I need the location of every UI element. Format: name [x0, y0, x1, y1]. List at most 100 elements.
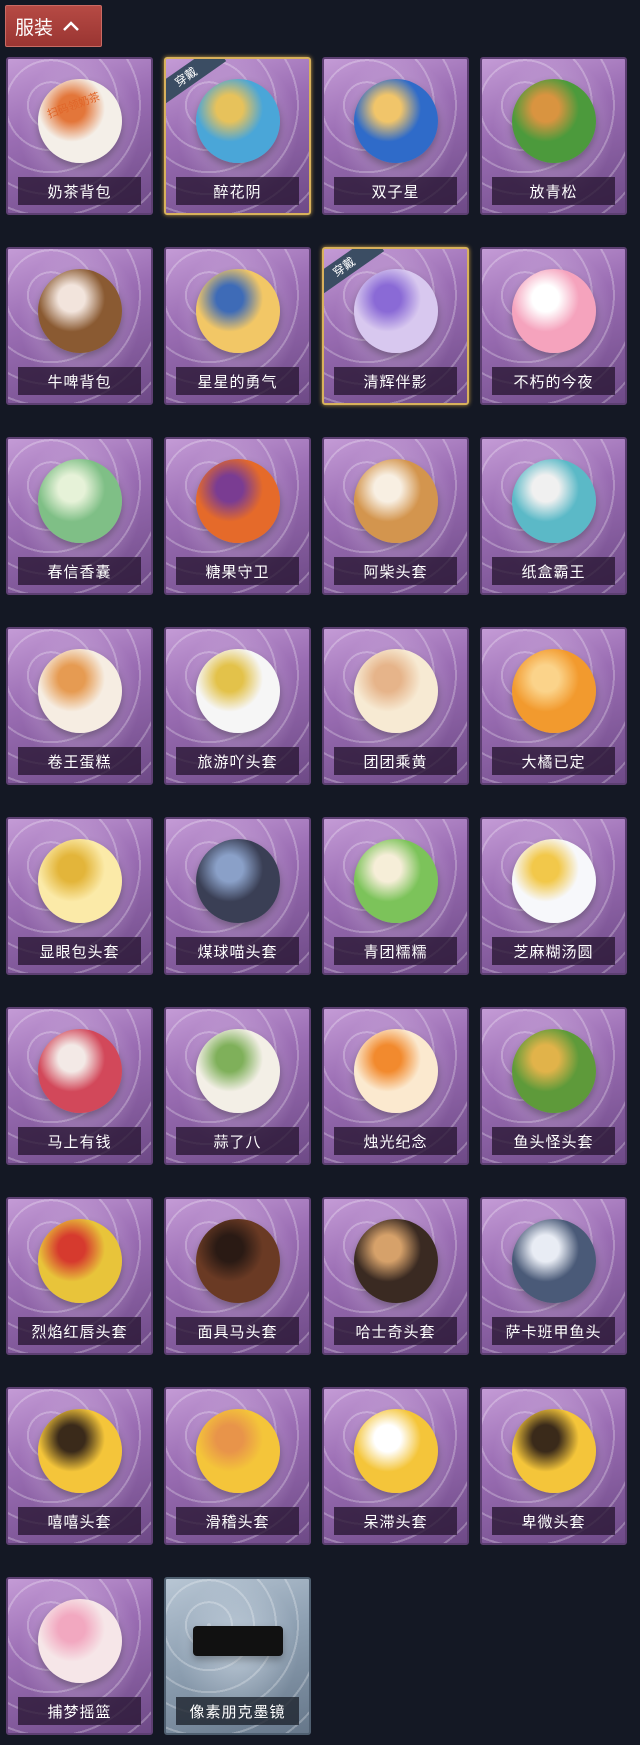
outfit-item-card[interactable]: 煤球喵头套 [164, 817, 311, 975]
outfit-item-card[interactable]: 蒜了八 [164, 1007, 311, 1165]
item-name: 蒜了八 [213, 1132, 262, 1151]
outfit-item-card[interactable]: 烈焰红唇头套 [6, 1197, 153, 1355]
item-label-bar: 卷王蛋糕 [18, 747, 141, 775]
item-thumbnail-icon [195, 1409, 280, 1493]
item-thumbnail-icon [37, 1599, 122, 1683]
item-label-bar: 哈士奇头套 [334, 1317, 457, 1345]
outfit-item-card[interactable]: 牛啤背包 [6, 247, 153, 405]
item-name: 呆滞头套 [363, 1512, 428, 1531]
item-thumbnail-icon [192, 1626, 283, 1656]
item-thumbnail-icon [37, 1409, 122, 1493]
outfit-item-card[interactable]: 捕梦摇篮 [6, 1577, 153, 1735]
item-name: 面具马头套 [197, 1322, 278, 1341]
outfit-item-card[interactable]: 鱼头怪头套 [480, 1007, 627, 1165]
item-thumbnail-icon [353, 1219, 438, 1303]
item-thumbnail-icon [353, 1409, 438, 1493]
item-label-bar: 烈焰红唇头套 [18, 1317, 141, 1345]
outfit-item-card[interactable]: 穿戴 醉花阴 [164, 57, 311, 215]
item-thumbnail-icon [37, 269, 122, 353]
item-thumbnail-icon [195, 839, 280, 923]
outfit-item-card[interactable]: 萨卡班甲鱼头 [480, 1197, 627, 1355]
item-thumbnail-icon [37, 649, 122, 733]
item-thumbnail-icon [511, 1409, 596, 1493]
item-thumbnail-icon [195, 79, 280, 163]
outfit-item-card[interactable]: 旅游吖头套 [164, 627, 311, 785]
outfit-item-card[interactable]: 面具马头套 [164, 1197, 311, 1355]
item-thumbnail-icon [353, 269, 438, 353]
item-label-bar: 鱼头怪头套 [492, 1127, 615, 1155]
item-thumbnail-icon [511, 79, 596, 163]
outfit-item-card[interactable]: 穿戴 清辉伴影 [322, 247, 469, 405]
item-label-bar: 春信香囊 [18, 557, 141, 585]
item-name: 双子星 [371, 182, 420, 201]
outfit-item-card[interactable]: 不朽的今夜 [480, 247, 627, 405]
item-label-bar: 煤球喵头套 [176, 937, 299, 965]
item-label-bar: 双子星 [334, 177, 457, 205]
item-label-bar: 像素朋克墨镜 [176, 1697, 299, 1725]
item-name: 滑稽头套 [205, 1512, 270, 1531]
item-name: 醉花阴 [213, 182, 262, 201]
outfit-item-card[interactable]: 马上有钱 [6, 1007, 153, 1165]
item-thumbnail-icon [353, 649, 438, 733]
item-name: 嘻嘻头套 [47, 1512, 112, 1531]
outfit-item-card[interactable]: 芝麻糊汤圆 [480, 817, 627, 975]
outfit-item-card[interactable]: 团团乘黄 [322, 627, 469, 785]
outfit-item-card[interactable]: 显眼包头套 [6, 817, 153, 975]
item-label-bar: 蒜了八 [176, 1127, 299, 1155]
item-thumbnail-icon [353, 839, 438, 923]
item-name: 纸盒霸王 [521, 562, 586, 581]
item-name: 牛啤背包 [47, 372, 112, 391]
category-title: 服装 [15, 16, 54, 39]
item-thumbnail-icon [511, 649, 596, 733]
item-label-bar: 牛啤背包 [18, 367, 141, 395]
item-name: 烛光纪念 [363, 1132, 428, 1151]
item-name: 卑微头套 [521, 1512, 586, 1531]
outfit-item-card[interactable]: 双子星 [322, 57, 469, 215]
outfit-item-card[interactable]: 呆滞头套 [322, 1387, 469, 1545]
item-thumbnail-icon [511, 839, 596, 923]
item-label-bar: 马上有钱 [18, 1127, 141, 1155]
outfit-item-card[interactable]: 像素朋克墨镜 [164, 1577, 311, 1735]
outfit-item-card[interactable]: 卑微头套 [480, 1387, 627, 1545]
item-thumbnail-icon [511, 1219, 596, 1303]
item-label-bar: 奶茶背包 [18, 177, 141, 205]
item-label-bar: 卑微头套 [492, 1507, 615, 1535]
item-label-bar: 捕梦摇篮 [18, 1697, 141, 1725]
item-name: 像素朋克墨镜 [189, 1702, 286, 1721]
outfit-item-card[interactable]: 嘻嘻头套 [6, 1387, 153, 1545]
item-label-bar: 糖果守卫 [176, 557, 299, 585]
outfit-item-card[interactable]: 卷王蛋糕 [6, 627, 153, 785]
outfit-item-card[interactable]: 滑稽头套 [164, 1387, 311, 1545]
outfit-category-toggle[interactable]: 服装 [5, 5, 102, 47]
item-thumbnail-icon [37, 1219, 122, 1303]
item-name: 春信香囊 [47, 562, 112, 581]
item-name: 捕梦摇篮 [47, 1702, 112, 1721]
item-label-bar: 清辉伴影 [334, 367, 457, 395]
outfit-item-card[interactable]: 烛光纪念 [322, 1007, 469, 1165]
item-label-bar: 青团糯糯 [334, 937, 457, 965]
item-label-bar: 烛光纪念 [334, 1127, 457, 1155]
item-label-bar: 纸盒霸王 [492, 557, 615, 585]
outfit-item-card[interactable]: 青团糯糯 [322, 817, 469, 975]
item-name: 马上有钱 [47, 1132, 112, 1151]
item-thumbnail-icon [511, 269, 596, 353]
outfit-item-card[interactable]: 星星的勇气 [164, 247, 311, 405]
item-name: 卷王蛋糕 [47, 752, 112, 771]
outfit-item-card[interactable]: 扫码领奶茶 奶茶背包 [6, 57, 153, 215]
outfit-item-card[interactable]: 阿柴头套 [322, 437, 469, 595]
outfit-item-card[interactable]: 大橘已定 [480, 627, 627, 785]
outfit-grid: 扫码领奶茶 奶茶背包 穿戴 醉花阴双子星 放青松牛啤背包 星星的勇气 穿戴 清辉伴影 不朽的今夜… [6, 57, 627, 1735]
item-name: 烈焰红唇头套 [31, 1322, 128, 1341]
item-thumbnail-icon [353, 79, 438, 163]
outfit-item-card[interactable]: 糖果守卫 [164, 437, 311, 595]
outfit-item-card[interactable]: 放青松 [480, 57, 627, 215]
item-thumbnail-icon [195, 1219, 280, 1303]
item-name: 团团乘黄 [363, 752, 428, 771]
item-label-bar: 星星的勇气 [176, 367, 299, 395]
item-name: 显眼包头套 [39, 942, 120, 961]
outfit-item-card[interactable]: 哈士奇头套 [322, 1197, 469, 1355]
outfit-item-card[interactable]: 纸盒霸王 [480, 437, 627, 595]
item-name: 大橘已定 [521, 752, 586, 771]
outfit-item-card[interactable]: 春信香囊 [6, 437, 153, 595]
item-name: 芝麻糊汤圆 [513, 942, 594, 961]
